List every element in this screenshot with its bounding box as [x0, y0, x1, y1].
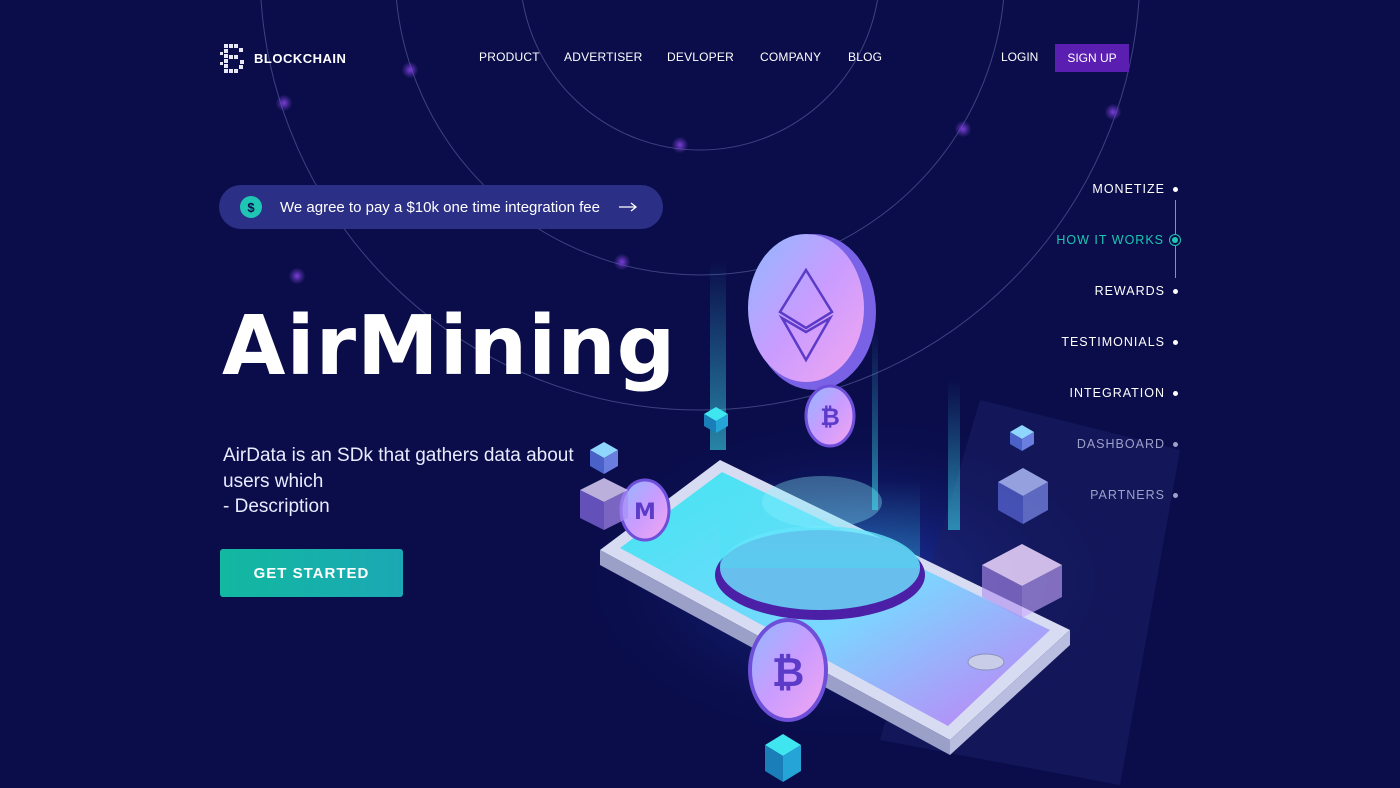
- arrow-right-icon: [618, 202, 637, 212]
- glow-dot: [276, 95, 292, 111]
- section-label: TESTIMONIALS: [1061, 335, 1165, 349]
- section-dot-icon: [1173, 441, 1178, 447]
- section-link-dashboard[interactable]: DASHBOARD: [1077, 436, 1178, 452]
- announcement-text: We agree to pay a $10k one time integrat…: [280, 198, 600, 216]
- hero-description-line: - Description: [223, 496, 330, 517]
- glow-dot: [289, 268, 305, 284]
- svg-text:₿: ₿: [820, 403, 840, 431]
- section-link-partners[interactable]: PARTNERS: [1090, 487, 1178, 503]
- svg-text:M: M: [634, 500, 656, 525]
- section-label: HOW IT WORKS: [1056, 233, 1164, 247]
- nav-company[interactable]: COMPANY: [760, 50, 821, 64]
- section-dot-icon: [1173, 390, 1178, 396]
- section-label: MONETIZE: [1092, 182, 1165, 196]
- section-link-monetize[interactable]: MONETIZE: [1092, 181, 1178, 197]
- section-dot-icon: [1173, 186, 1178, 192]
- section-label: REWARDS: [1094, 284, 1165, 298]
- section-dot-icon: [1173, 339, 1178, 345]
- section-link-integration[interactable]: INTEGRATION: [1069, 385, 1178, 401]
- nav-advertiser[interactable]: ADVERTISER: [564, 50, 642, 64]
- crypto-phone-illustration: ₿ M ₿: [570, 234, 1180, 785]
- hero-description-line: users which: [223, 470, 324, 492]
- glow-dot: [1105, 104, 1121, 120]
- section-dot-icon: [1173, 288, 1178, 294]
- signup-button[interactable]: SIGN UP: [1055, 44, 1129, 72]
- section-dot-icon: [1172, 237, 1178, 243]
- dollar-icon: $: [240, 196, 262, 218]
- nav-blog[interactable]: BLOG: [848, 50, 882, 64]
- section-label: DASHBOARD: [1076, 437, 1165, 451]
- glow-dot: [672, 137, 688, 153]
- svg-text:₿: ₿: [772, 650, 805, 696]
- get-started-button[interactable]: GET STARTED: [220, 549, 403, 597]
- section-link-testimonials[interactable]: TESTIMONIALS: [1061, 334, 1178, 350]
- nav-developer[interactable]: DEVLOPER: [667, 50, 734, 64]
- hero-description-line: AirData is an SDk that gathers data abou…: [223, 445, 574, 466]
- main-nav: PRODUCT ADVERTISER DEVLOPER COMPANY BLOG: [0, 50, 1400, 70]
- section-link-how-it-works[interactable]: HOW IT WORKS: [1056, 232, 1178, 248]
- section-link-rewards[interactable]: REWARDS: [1095, 283, 1178, 299]
- login-link[interactable]: LOGIN: [1001, 50, 1038, 64]
- nav-product[interactable]: PRODUCT: [479, 50, 540, 64]
- section-label: INTEGRATION: [1069, 386, 1165, 400]
- section-label: PARTNERS: [1090, 488, 1165, 502]
- hero-description: AirData is an SDk that gathers data abou…: [223, 443, 583, 520]
- glow-dot: [955, 121, 971, 137]
- section-dot-icon: [1173, 492, 1178, 498]
